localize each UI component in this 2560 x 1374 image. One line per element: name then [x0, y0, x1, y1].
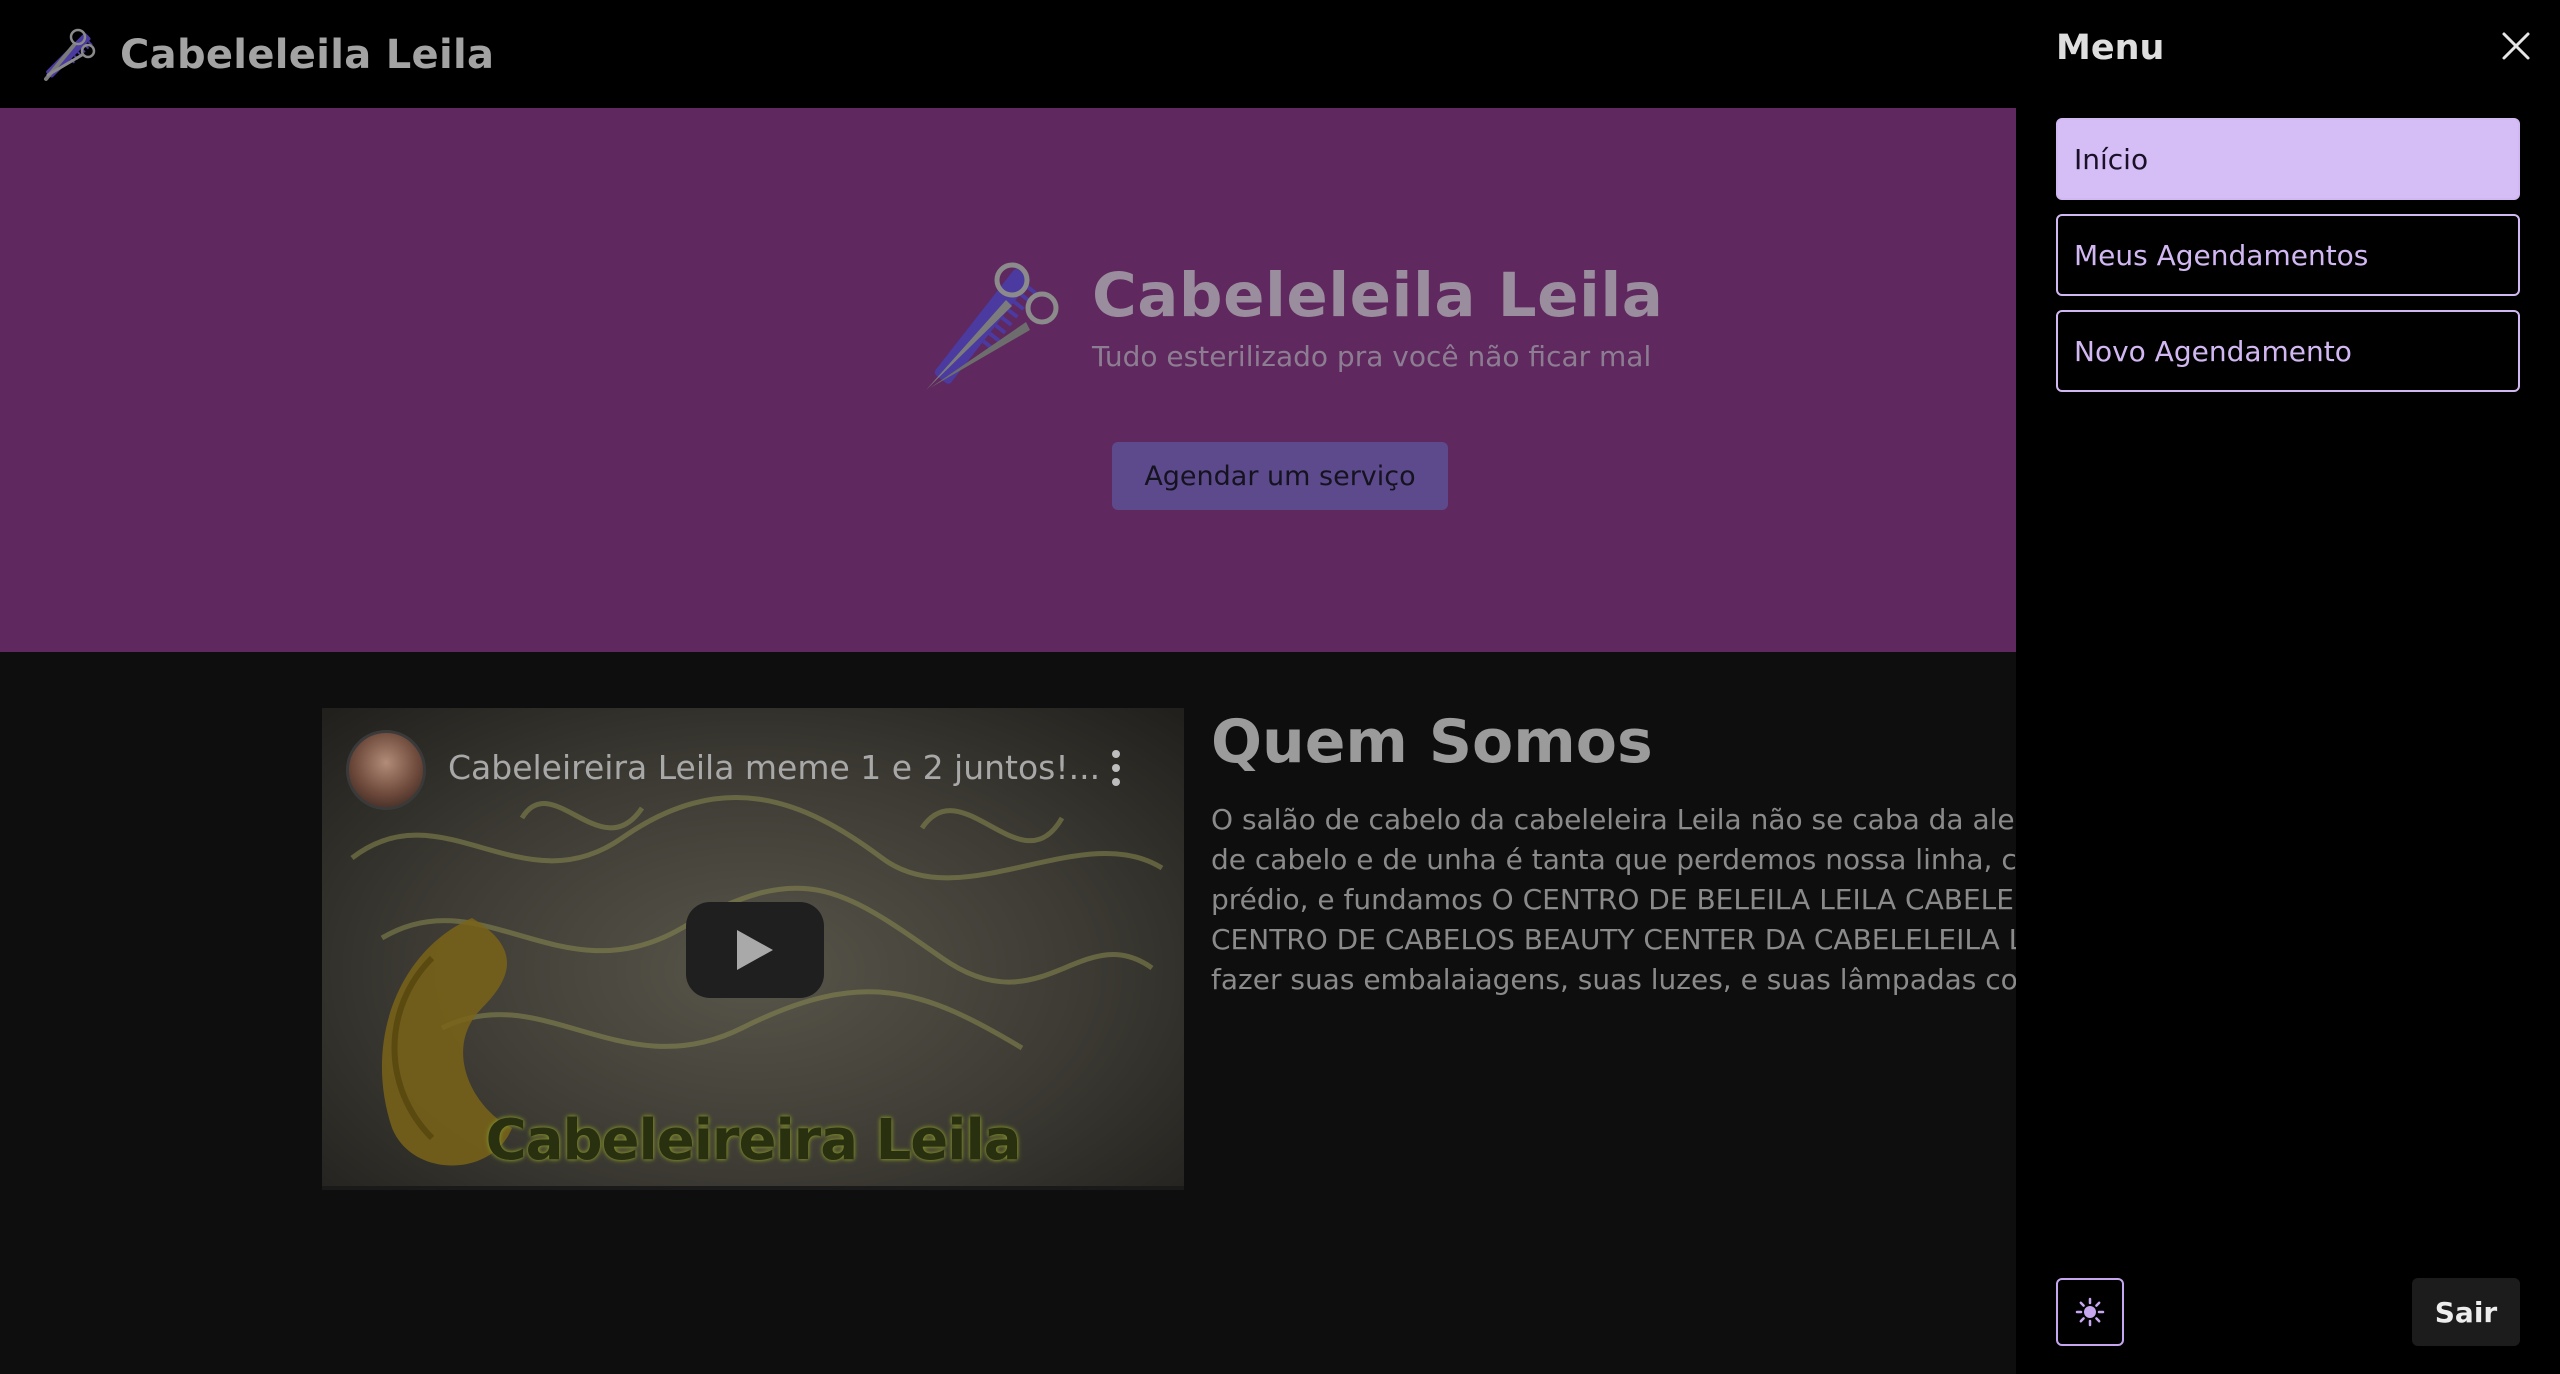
- schedule-service-button[interactable]: Agendar um serviço: [1112, 442, 1448, 510]
- about-text: O salão de cabelo da cabeleleira Leila n…: [1211, 800, 2016, 1000]
- play-button[interactable]: [686, 902, 824, 998]
- play-icon: [737, 930, 773, 970]
- menu-item-novo-agendamento[interactable]: Novo Agendamento: [2056, 310, 2520, 392]
- hero-subtitle: Tudo esterilizado pra você não ficar mal: [1092, 340, 1652, 373]
- scissors-comb-icon: [926, 262, 1059, 390]
- logout-button[interactable]: Sair: [2412, 1278, 2520, 1346]
- close-menu-button[interactable]: [2492, 22, 2540, 70]
- youtube-video-embed[interactable]: Cabeleireira Leila meme 1 e 2 juntos!...…: [322, 708, 1184, 1190]
- video-caption: Cabeleireira Leila: [485, 1108, 1022, 1173]
- sun-icon: [2075, 1297, 2105, 1327]
- about-title: Quem Somos: [1211, 707, 1653, 777]
- video-title[interactable]: Cabeleireira Leila meme 1 e 2 juntos!...: [448, 748, 1100, 787]
- about-text-line: fazer suas embalaiagens, suas luzes, e s…: [1211, 963, 2016, 996]
- channel-avatar[interactable]: [346, 730, 426, 810]
- about-text-line: O salão de cabelo da cabeleleira Leila n…: [1211, 803, 2016, 836]
- theme-toggle-button[interactable]: [2056, 1278, 2124, 1346]
- close-icon: [2502, 32, 2530, 60]
- menu-item-meus-agendamentos[interactable]: Meus Agendamentos: [2056, 214, 2520, 296]
- side-menu-drawer: Menu Início Meus Agendamentos Novo Agend…: [2016, 0, 2560, 1374]
- about-text-line: prédio, e fundamos O CENTRO DE BELEILA L…: [1211, 883, 2016, 916]
- hero-section: Cabeleleila Leila Tudo esterilizado pra …: [0, 108, 2016, 652]
- more-vertical-icon[interactable]: [1104, 746, 1128, 790]
- about-text-line: CENTRO DE CABELOS BEAUTY CENTER DA CABEL…: [1211, 923, 2016, 956]
- about-section: Quem Somos O salão de cabelo da cabelele…: [1211, 700, 2016, 1030]
- about-text-line: de cabelo e de unha é tanta que perdemos…: [1211, 843, 2016, 876]
- menu-item-inicio[interactable]: Início: [2056, 118, 2520, 200]
- menu-title: Menu: [2056, 28, 2165, 68]
- hero-title: Cabeleleila Leila: [1092, 260, 1664, 331]
- brand[interactable]: Cabeleleila Leila: [38, 27, 494, 83]
- scissors-comb-icon: [44, 28, 96, 81]
- brand-title: Cabeleleila Leila: [120, 32, 495, 78]
